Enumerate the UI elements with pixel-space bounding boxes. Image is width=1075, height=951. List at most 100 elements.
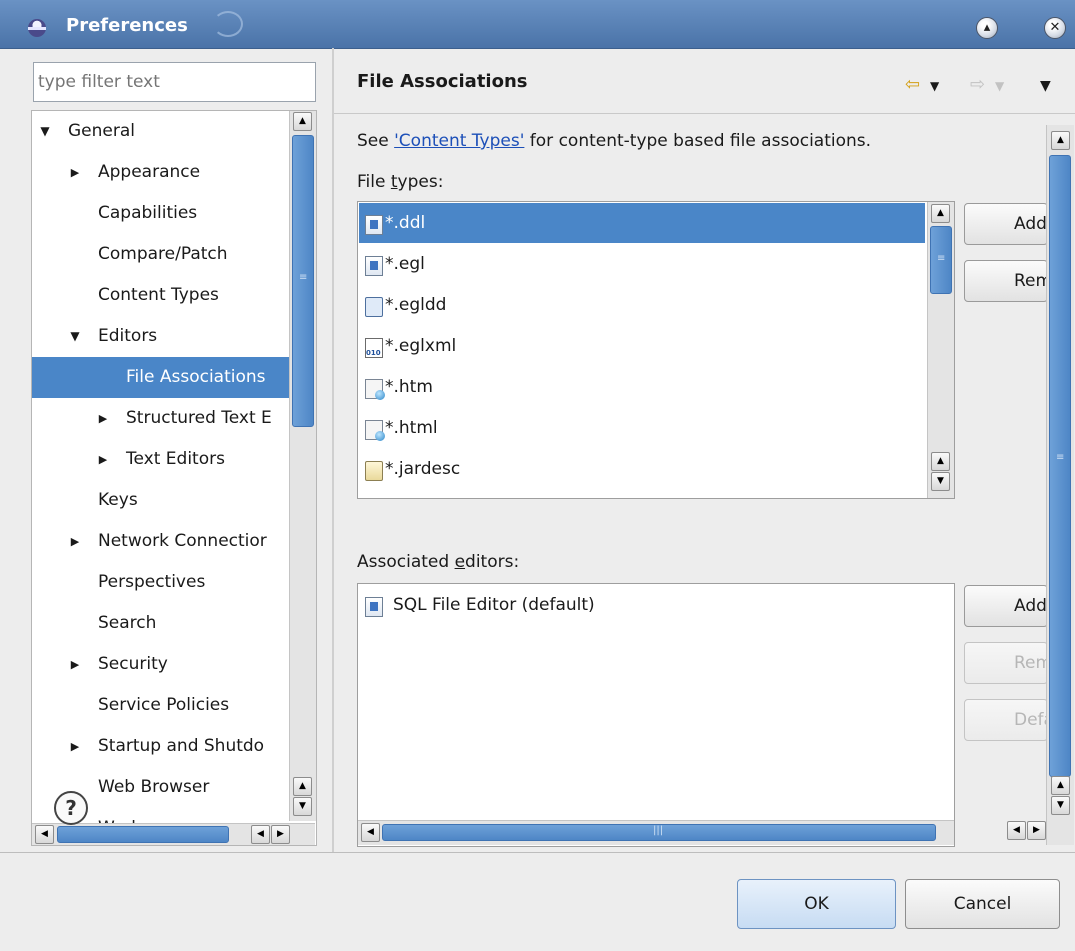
scroll-up-icon[interactable]: ▲ [931, 452, 950, 471]
view-menu-icon[interactable]: ▼ [1040, 78, 1051, 94]
window-title: Preferences [66, 15, 188, 36]
editors-horizontal-scrollbar[interactable]: ◀ ||| [358, 820, 954, 845]
tree-horizontal-scrollbar[interactable]: ◀ ◀ ▶ [32, 823, 315, 845]
associated-editors-list[interactable]: SQL File Editor (default) ◀ ||| [357, 583, 955, 847]
add-editor-button[interactable]: Add [964, 585, 1048, 627]
expanded-triangle-icon[interactable]: ▼ [68, 316, 82, 357]
back-dropdown-icon[interactable]: ▼ [930, 79, 939, 93]
editors-hscroll-thumb[interactable]: ||| [382, 824, 936, 841]
tree-hscroll-thumb[interactable] [57, 826, 229, 843]
pane-sash[interactable] [332, 48, 334, 852]
editor-item[interactable]: SQL File Editor (default) [359, 585, 949, 625]
tree-item[interactable]: ▶ Network Connectior [32, 521, 292, 562]
egldd-file-icon [365, 297, 383, 317]
help-icon[interactable]: ? [54, 791, 88, 825]
collapsed-triangle-icon[interactable]: ▶ [68, 726, 82, 767]
file-types-list[interactable]: *.jardesc *.html *.htm *.eglxml *.egldd *.egl… [357, 201, 955, 499]
file-type-item[interactable]: *.html [359, 408, 925, 448]
expanded-triangle-icon[interactable]: ▼ [38, 111, 52, 152]
scroll-left-icon[interactable]: ◀ [35, 825, 54, 844]
scroll-up-icon[interactable]: ▲ [931, 204, 950, 223]
filter-input[interactable] [33, 62, 316, 102]
tree-item[interactable]: Capabilities [32, 193, 292, 234]
tree-item[interactable]: ▶ Text Editors [32, 439, 292, 480]
tree-item[interactable]: Compare/Patch [32, 234, 292, 275]
maximize-button[interactable]: ▴ [976, 17, 998, 39]
jar-file-icon [365, 461, 383, 481]
content-types-link[interactable]: 'Content Types' [394, 131, 524, 151]
close-button[interactable]: ✕ [1044, 17, 1066, 39]
scroll-left-icon[interactable]: ◀ [1007, 821, 1026, 840]
intro-suffix: for content-type based file associations… [524, 131, 872, 151]
file-type-item[interactable]: *.egldd [359, 285, 925, 325]
decoration-icon [213, 11, 243, 37]
tree-item[interactable]: Content Types [32, 275, 292, 316]
file-types-scroll-thumb[interactable]: ≡ [930, 226, 952, 294]
collapsed-triangle-icon[interactable]: ▶ [96, 398, 110, 439]
file-type-name: *.jardesc [385, 459, 461, 479]
scroll-down-icon[interactable]: ▼ [293, 797, 312, 816]
tree-item-label: General [68, 121, 135, 141]
tree-item-label: Capabilities [98, 203, 198, 223]
scroll-up-icon[interactable]: ▲ [293, 112, 312, 131]
scroll-left-icon[interactable]: ◀ [361, 823, 380, 842]
eclipse-app-icon [28, 19, 46, 37]
file-type-name: *.html [385, 418, 438, 438]
collapsed-triangle-icon[interactable]: ▶ [68, 152, 82, 193]
file-type-name: *.ddl [385, 213, 426, 233]
scroll-left-icon[interactable]: ◀ [251, 825, 270, 844]
scroll-down-icon[interactable]: ▼ [931, 472, 950, 491]
forward-arrow-icon[interactable]: ⇨ [970, 74, 985, 95]
cancel-button[interactable]: Cancel [905, 879, 1060, 929]
tree-item[interactable]: ▼ General [32, 111, 292, 152]
eglxml-file-icon [365, 338, 383, 358]
collapsed-triangle-icon[interactable]: ▶ [68, 644, 82, 685]
tree-item-label: Startup and Shutdo [98, 736, 265, 756]
tree-item-label: Perspectives [98, 572, 206, 592]
file-type-name: *.htm [385, 377, 433, 397]
add-file-type-button[interactable]: Add [964, 203, 1048, 245]
tree-vertical-scrollbar[interactable]: ▲ ≡ ▲ ▼ [289, 111, 316, 821]
tree-item[interactable]: ▼ Editors [32, 316, 292, 357]
tree-item[interactable]: Service Policies [32, 685, 292, 726]
tree-scroll-thumb[interactable]: ≡ [292, 135, 314, 427]
ok-button[interactable]: OK [737, 879, 896, 929]
preference-tree[interactable]: WorkWeb Browser▶Startup and ShutdoServic… [31, 110, 317, 846]
file-type-item[interactable]: *.ddl [359, 203, 925, 243]
collapsed-triangle-icon[interactable]: ▶ [96, 439, 110, 480]
file-type-item[interactable]: *.htm [359, 367, 925, 407]
tree-item[interactable]: ▶ Appearance [32, 152, 292, 193]
page-scroll-thumb[interactable]: ≡ [1049, 155, 1071, 777]
tree-item[interactable]: File Associations [32, 357, 292, 398]
collapsed-triangle-icon[interactable]: ▶ [68, 521, 82, 562]
file-type-item[interactable]: *.jardesc [359, 449, 925, 489]
scroll-down-icon[interactable]: ▼ [1051, 796, 1070, 815]
file-types-scrollbar[interactable]: ▲ ≡ ▲ ▼ [927, 202, 954, 498]
file-type-item[interactable]: *.eglxml [359, 326, 925, 366]
scroll-up-icon[interactable]: ▲ [293, 777, 312, 796]
tree-item[interactable]: Search [32, 603, 292, 644]
back-arrow-icon[interactable]: ⇦ [905, 74, 920, 95]
tree-item[interactable]: ▶ Structured Text E [32, 398, 292, 439]
file-type-name: *.egldd [385, 295, 447, 315]
tree-item-label: Appearance [98, 162, 201, 182]
tree-item[interactable]: ▶ Startup and Shutdo [32, 726, 292, 767]
tree-item[interactable]: ▶ Security [32, 644, 292, 685]
remove-file-type-button[interactable]: Remove [964, 260, 1048, 302]
file-type-item[interactable]: *.egl [359, 244, 925, 284]
title-bar[interactable]: Preferences ▴ ✕ [0, 0, 1075, 49]
tree-item[interactable]: Perspectives [32, 562, 292, 603]
associated-editors-label: Associated editors: [357, 552, 520, 572]
remove-editor-button[interactable]: Remove [964, 642, 1048, 684]
forward-dropdown-icon[interactable]: ▼ [995, 79, 1004, 93]
file-types-label: File types: [357, 172, 444, 192]
button-bar-divider [0, 852, 1075, 853]
default-editor-button[interactable]: Default [964, 699, 1048, 741]
scroll-right-icon[interactable]: ▶ [271, 825, 290, 844]
scroll-up-icon[interactable]: ▲ [1051, 131, 1070, 150]
scroll-up-icon[interactable]: ▲ [1051, 776, 1070, 795]
page-vertical-scrollbar[interactable]: ▲ ≡ ▲ ▼ [1046, 125, 1074, 845]
scroll-right-icon[interactable]: ▶ [1027, 821, 1046, 840]
tree-item[interactable]: Keys [32, 480, 292, 521]
sql-file-icon [365, 597, 383, 617]
